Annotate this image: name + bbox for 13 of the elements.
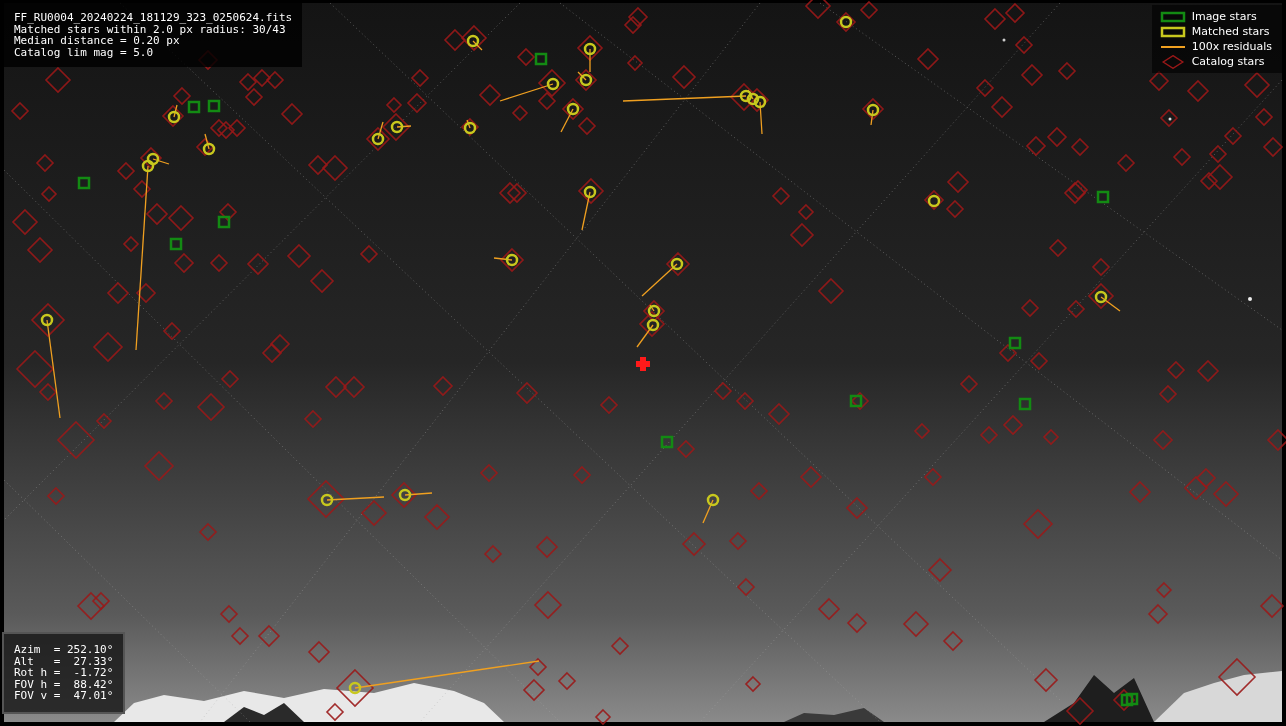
- pointing-text: Alt = 27.33°: [14, 655, 114, 667]
- legend-label: Image stars: [1191, 9, 1257, 24]
- info-text: Matched stars within 2.0 px radius: 30/43: [14, 23, 286, 35]
- legend-label: 100x residuals: [1191, 39, 1272, 54]
- info-text: Catalog lim mag = 5.0: [14, 46, 155, 58]
- pointing-text: Azim = 252.10°: [14, 644, 114, 656]
- pointing-text: Rot h = -1.72°: [14, 667, 114, 679]
- legend-label: Catalog stars: [1191, 54, 1265, 69]
- pointing-text: FOV h = 88.42°: [14, 678, 114, 690]
- pointing-text: FOV v = 47.01°: [14, 690, 114, 702]
- legend-label: Matched stars: [1191, 24, 1270, 39]
- info-text: FF_RU0004_20240224_181129_323_0250624.fits: [14, 12, 293, 24]
- info-text: Median distance = 0.20 px: [14, 35, 180, 47]
